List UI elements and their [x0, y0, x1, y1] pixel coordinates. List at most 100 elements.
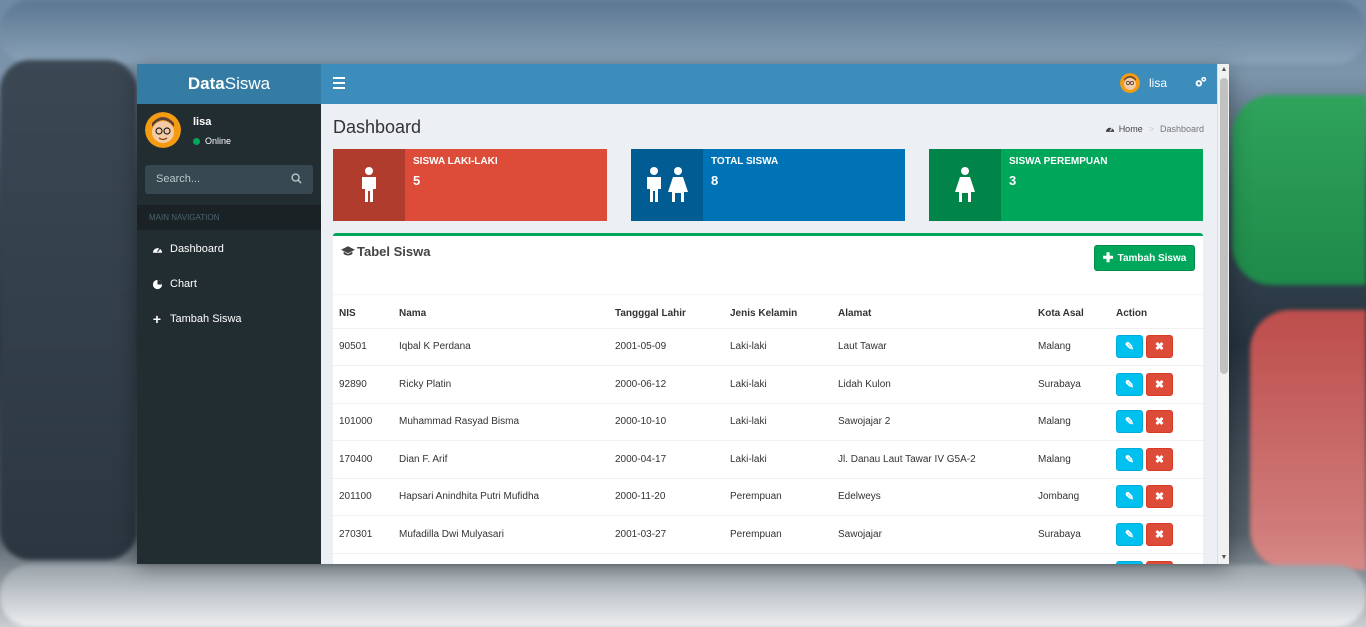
pencil-icon: ✎: [1124, 491, 1135, 504]
main-content: Dashboard Home > Dashboard SISWA LAKI-LA…: [321, 104, 1217, 564]
table-row: 270301 Mufadilla Dwi Mulyasari 2001-03-2…: [333, 515, 1203, 553]
cell-nama: [393, 552, 609, 564]
divider: [333, 294, 1203, 295]
column-header: Nama: [393, 300, 609, 329]
background-red: [1250, 310, 1366, 570]
cell-tanggal-lahir: 2000-11-20: [609, 477, 724, 516]
pencil-icon: ✎: [1124, 378, 1135, 391]
female-icon: [929, 149, 1001, 221]
logo[interactable]: DataSiswa: [137, 64, 321, 104]
edit-button[interactable]: ✎: [1116, 522, 1143, 546]
info-value: 3: [1009, 173, 1017, 188]
edit-button[interactable]: ✎: [1116, 410, 1143, 434]
delete-button[interactable]: ✖: [1146, 522, 1173, 546]
status-text: Online: [205, 136, 232, 146]
cell-jenis-kelamin: Laki-laki: [724, 365, 832, 403]
vertical-scrollbar[interactable]: ▲ ▼: [1217, 64, 1229, 564]
logo-text: Siswa: [224, 74, 271, 93]
cell-jenis-kelamin: Laki-laki: [724, 440, 832, 478]
close-icon: ✖: [1154, 378, 1165, 391]
pie-chart-icon: [150, 279, 164, 290]
delete-button[interactable]: ✖: [1146, 485, 1173, 509]
edit-button[interactable]: ✎: [1116, 447, 1143, 471]
column-header: Tangggal Lahir: [609, 300, 724, 329]
add-student-button[interactable]: ✚ Tambah Siswa: [1094, 245, 1195, 271]
top-navbar: lisa: [321, 64, 1217, 104]
cell-kota-asal: Surabaya: [1032, 515, 1110, 553]
cell-jenis-kelamin: Laki-laki: [724, 402, 832, 441]
sidebar-item-dashboard[interactable]: Dashboard: [137, 234, 321, 264]
cell-kota-asal: Jombang: [1032, 477, 1110, 516]
edit-button[interactable]: [1116, 560, 1143, 564]
delete-button[interactable]: ✖: [1146, 410, 1173, 434]
students-table-box: Tabel Siswa ✚ Tambah Siswa NIS Nama Tang…: [333, 233, 1203, 564]
table-row-partial: [333, 552, 1203, 564]
background-left: [0, 60, 137, 560]
cell-alamat: [832, 552, 1032, 564]
pencil-icon: ✎: [1124, 453, 1135, 466]
cell-kota-asal: Malang: [1032, 440, 1110, 478]
edit-button[interactable]: ✎: [1116, 372, 1143, 396]
cell-alamat: Sawojajar 2: [832, 402, 1032, 441]
page-title: Dashboard: [333, 117, 422, 137]
delete-button[interactable]: [1146, 560, 1173, 564]
cell-jenis-kelamin: Perempuan: [724, 477, 832, 516]
column-header: Action: [1110, 300, 1203, 329]
cell-kota-asal: Malang: [1032, 402, 1110, 441]
scroll-down-arrow-icon[interactable]: ▼: [1220, 554, 1228, 562]
info-box-female: SISWA PEREMPUAN 3: [929, 149, 1203, 221]
sidebar-item-label: Tambah Siswa: [170, 313, 242, 325]
sidebar-item-tambah-siswa[interactable]: + Tambah Siswa: [137, 304, 321, 334]
cell-action: ✎ ✖: [1110, 515, 1203, 553]
nav-header: MAIN NAVIGATION: [137, 205, 321, 230]
cell-action: ✎ ✖: [1110, 440, 1203, 478]
column-header: NIS: [333, 300, 393, 329]
delete-button[interactable]: ✖: [1146, 372, 1173, 396]
delete-button[interactable]: ✖: [1146, 335, 1173, 359]
search-input[interactable]: Search...: [145, 165, 313, 194]
cell-nama: Muhammad Rasyad Bisma: [393, 402, 609, 441]
add-student-label: Tambah Siswa: [1117, 252, 1187, 264]
cell-action: [1110, 552, 1203, 564]
cell-action: ✎ ✖: [1110, 402, 1203, 441]
edit-button[interactable]: ✎: [1116, 485, 1143, 509]
cell-nis: 170400: [333, 440, 393, 478]
close-icon: ✖: [1154, 491, 1165, 504]
nav-user-name: lisa: [1148, 76, 1167, 90]
column-header: Alamat: [832, 300, 1032, 329]
cogs-icon[interactable]: [1194, 76, 1207, 92]
menu-toggle-icon[interactable]: [333, 77, 345, 89]
cell-nis: 201100: [333, 477, 393, 516]
info-value: 8: [711, 173, 719, 188]
cell-kota-asal: Surabaya: [1032, 365, 1110, 403]
edit-button[interactable]: ✎: [1116, 335, 1143, 359]
sidebar-item-label: Chart: [170, 278, 197, 290]
cell-nama: Hapsari Anindhita Putri Mufidha: [393, 477, 609, 516]
table-row: 90501 Iqbal K Perdana 2001-05-09 Laki-la…: [333, 327, 1203, 366]
cell-tanggal-lahir: 2000-06-12: [609, 365, 724, 403]
cell-nis: 90501: [333, 327, 393, 366]
cell-alamat: Laut Tawar: [832, 327, 1032, 366]
cell-tanggal-lahir: 2001-05-09: [609, 327, 724, 366]
search-placeholder: Search...: [156, 173, 201, 185]
cell-kota-asal: [1032, 552, 1110, 564]
sidebar-item-chart[interactable]: Chart: [137, 269, 321, 299]
cell-nama: Ricky Platin: [393, 365, 609, 403]
male-female-icon: [631, 149, 703, 221]
background-bottom: [0, 565, 1366, 627]
box-title-text: Tabel Siswa: [357, 244, 431, 259]
pencil-icon: ✎: [1124, 416, 1135, 429]
app-window: DataSiswa lisa lisa Online Search... MAI…: [137, 64, 1229, 564]
cell-tanggal-lahir: 2000-10-10: [609, 402, 724, 441]
delete-button[interactable]: ✖: [1146, 447, 1173, 471]
box-title: Tabel Siswa: [341, 244, 430, 259]
scroll-up-arrow-icon[interactable]: ▲: [1220, 66, 1228, 74]
breadcrumb-home-link[interactable]: Home: [1119, 124, 1143, 134]
background-green: [1232, 95, 1366, 285]
cell-action: ✎ ✖: [1110, 477, 1203, 516]
user-menu[interactable]: lisa: [1119, 73, 1167, 93]
cell-action: ✎ ✖: [1110, 365, 1203, 403]
scroll-thumb[interactable]: [1220, 78, 1228, 374]
search-icon[interactable]: [291, 173, 302, 184]
dashboard-icon: [150, 245, 164, 254]
